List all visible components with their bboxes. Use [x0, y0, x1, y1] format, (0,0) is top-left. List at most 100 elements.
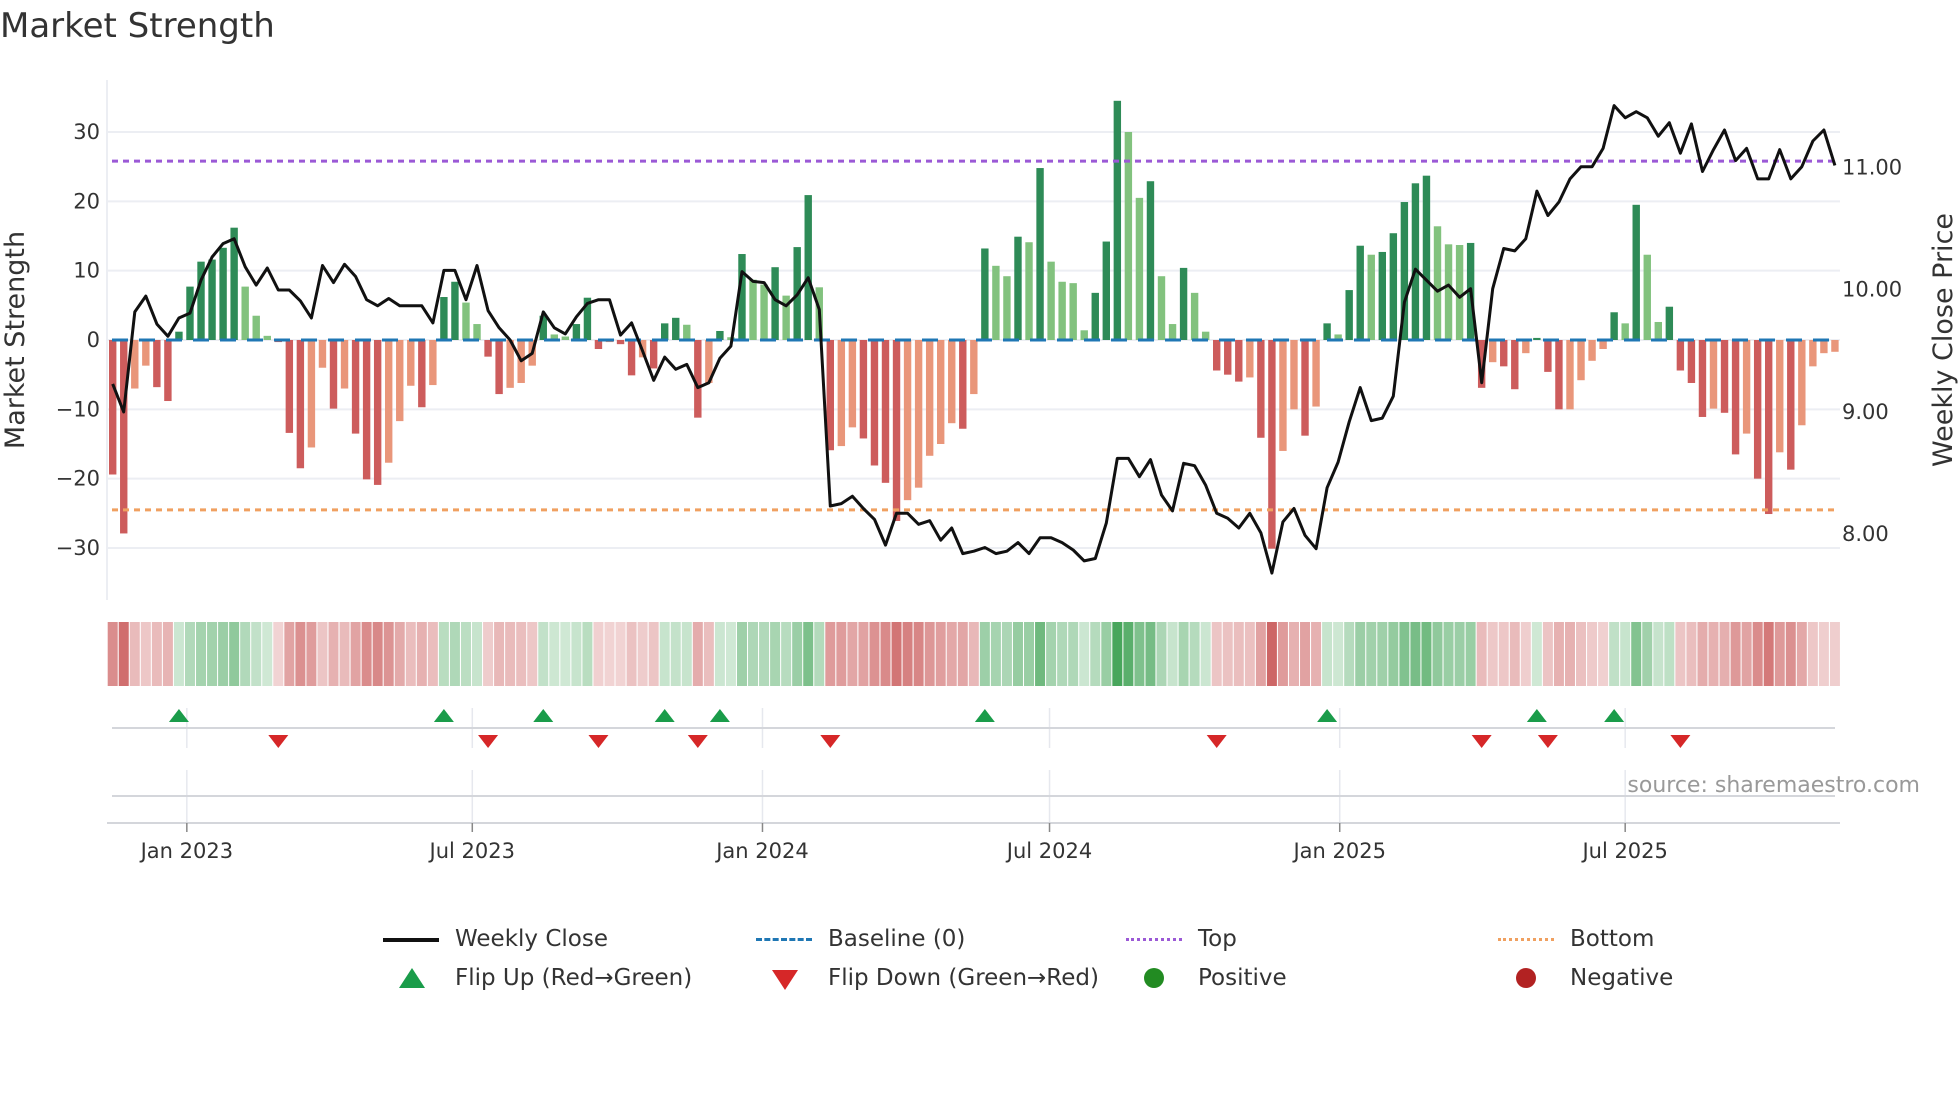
- strength-bar: [1312, 340, 1320, 407]
- strength-heat-cell: [549, 622, 560, 686]
- flip-down-marker: [1471, 735, 1492, 748]
- y2-axis-title: Weekly Close Price: [1928, 213, 1959, 467]
- strength-heat-cell: [1708, 622, 1719, 686]
- strength-bar: [760, 284, 768, 340]
- strength-heat-cell: [173, 622, 184, 686]
- strength-heat-cell: [847, 622, 858, 686]
- flip-up-marker: [1526, 709, 1547, 722]
- strength-heat-cell: [184, 622, 195, 686]
- strength-heat-cell: [162, 622, 173, 686]
- strength-bar: [263, 335, 271, 340]
- strength-bar: [1544, 340, 1552, 372]
- strength-heat-cell: [1355, 622, 1366, 686]
- strength-bar: [219, 247, 227, 340]
- strength-heat-cell: [1244, 622, 1255, 686]
- strength-bar: [1036, 168, 1044, 340]
- strength-heat-cell: [703, 622, 714, 686]
- strength-heat-cell: [1288, 622, 1299, 686]
- strength-heat-cell: [1774, 622, 1785, 686]
- strength-heat-cell: [582, 622, 593, 686]
- strength-heat-cell: [1509, 622, 1520, 686]
- y-tick-label: −30: [56, 536, 100, 560]
- strength-heat-cell: [1763, 622, 1774, 686]
- strength-heat-cell: [1344, 622, 1355, 686]
- strength-bar: [1235, 340, 1243, 382]
- strength-bar: [407, 340, 415, 386]
- y-tick-label: −20: [56, 467, 100, 491]
- strength-bar: [1555, 340, 1563, 410]
- strength-heat-cell: [670, 622, 681, 686]
- strength-heat-cell: [869, 622, 880, 686]
- strength-bar: [1698, 340, 1707, 417]
- strength-heat-cell: [836, 622, 847, 686]
- strength-heat-cell: [957, 622, 968, 686]
- strength-heat-cell: [1233, 622, 1244, 686]
- strength-heat-cell: [748, 622, 759, 686]
- strength-heat-cell: [262, 622, 273, 686]
- strength-heat-cell: [1454, 622, 1465, 686]
- strength-heat-cell: [427, 622, 438, 686]
- strength-heat-cell: [1211, 622, 1222, 686]
- flip-down-marker: [1206, 735, 1227, 748]
- strength-bar: [440, 297, 448, 340]
- strength-bar: [892, 340, 901, 521]
- source-label: source: sharemaestro.com: [1627, 773, 1920, 798]
- strength-heat-cell: [1686, 622, 1697, 686]
- strength-heat-cell: [1222, 622, 1233, 686]
- strength-bar: [1135, 197, 1144, 340]
- strength-bar: [1290, 340, 1298, 410]
- strength-heat-cell: [383, 622, 394, 686]
- strength-bar: [1511, 340, 1519, 390]
- strength-bar: [1025, 242, 1033, 340]
- strength-heat-cell: [1410, 622, 1421, 686]
- strength-bar: [418, 340, 426, 408]
- strength-heat-cell: [1752, 622, 1763, 686]
- strength-bar: [661, 323, 669, 340]
- strength-bar: [970, 340, 978, 395]
- strength-heat-cell: [1785, 622, 1796, 686]
- strength-heat-cell: [1587, 622, 1598, 686]
- strength-bar: [1113, 100, 1122, 340]
- strength-bar: [1798, 340, 1806, 426]
- strength-heat-cell: [1079, 622, 1090, 686]
- strength-heat-cell: [1322, 622, 1333, 686]
- strength-bar: [1500, 340, 1508, 367]
- strength-heat-cell: [306, 622, 317, 686]
- strength-bar: [1190, 292, 1199, 340]
- strength-heat-cell: [792, 622, 803, 686]
- strength-heat-cell: [151, 622, 162, 686]
- strength-bar: [1345, 290, 1353, 340]
- strength-bar: [451, 281, 459, 340]
- strength-bar: [1577, 340, 1585, 381]
- strength-heat-cell: [1300, 622, 1311, 686]
- strength-heat-cell: [1642, 622, 1653, 686]
- strength-heat-cell: [1542, 622, 1553, 686]
- strength-bar: [1279, 340, 1287, 451]
- strength-bar: [1632, 204, 1640, 340]
- x-tick-label: Jan 2023: [139, 839, 234, 863]
- strength-bar: [672, 317, 680, 340]
- strength-heat-cell: [1145, 622, 1156, 686]
- strength-heat-cell: [416, 622, 427, 686]
- flip-down-marker: [588, 735, 609, 748]
- flip-up-marker: [709, 709, 730, 722]
- strength-bar: [948, 340, 956, 424]
- strength-bar: [208, 259, 216, 340]
- strength-bar: [616, 340, 625, 345]
- strength-bar: [164, 340, 172, 402]
- strength-bar: [109, 340, 117, 475]
- strength-bar: [848, 340, 857, 428]
- strength-heat-cell: [1796, 622, 1807, 686]
- strength-heat-cell: [240, 622, 251, 686]
- strength-heat-cell: [571, 622, 582, 686]
- strength-heat-cell: [803, 622, 814, 686]
- y2-tick-label: 9.00: [1842, 400, 1889, 424]
- strength-bar: [142, 340, 150, 366]
- strength-heat-cell: [1377, 622, 1388, 686]
- strength-bar: [1268, 340, 1276, 549]
- strength-heat-cell: [1388, 622, 1399, 686]
- market-strength-chart: 30 20 10 0 −10 −20 −30 11.00 10.00 9.00 8.00 Market…: [0, 80, 1959, 863]
- strength-bar: [1224, 340, 1232, 375]
- strength-bar: [1731, 340, 1740, 455]
- strength-heat-cell: [273, 622, 284, 686]
